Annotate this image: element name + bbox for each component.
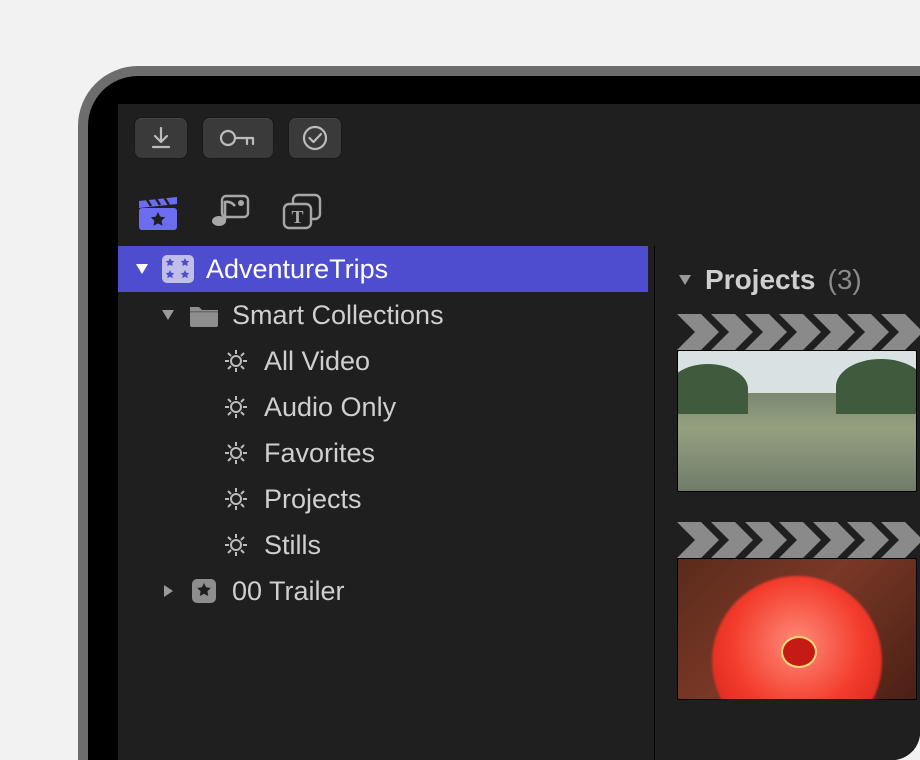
event-row-00-trailer[interactable]: 00 Trailer (118, 568, 648, 614)
viewport: T All Clips (0, 0, 920, 760)
gear-icon (216, 440, 256, 466)
clapperboard-star-icon (137, 192, 179, 232)
key-icon (217, 127, 259, 149)
projects-header[interactable]: Projects (3) (677, 264, 920, 296)
library-row-adventuretrips[interactable]: AdventureTrips (118, 246, 648, 292)
tree-item-label: AdventureTrips (206, 254, 388, 285)
tree-item-label: All Video (264, 346, 370, 377)
project-thumbnail (677, 350, 917, 492)
chevron-strip-icon (677, 522, 920, 558)
library-four-stars-icon (158, 254, 198, 284)
tree-item-label: Audio Only (264, 392, 396, 423)
disclosure-triangle-icon[interactable] (158, 308, 178, 322)
svg-text:T: T (291, 207, 303, 227)
titles-icon: T (281, 193, 323, 231)
tree-item-label: Favorites (264, 438, 375, 469)
smart-collection-row[interactable]: Projects (118, 476, 648, 522)
disclosure-triangle-icon[interactable] (132, 262, 152, 276)
smart-collection-row[interactable]: All Video (118, 338, 648, 384)
folder-row-smart-collections[interactable]: Smart Collections (118, 292, 648, 338)
project-thumbnail (677, 558, 917, 700)
gear-icon (216, 394, 256, 420)
projects-title: Projects (705, 264, 816, 296)
smart-collection-row[interactable]: Audio Only (118, 384, 648, 430)
gear-icon (216, 486, 256, 512)
titles-generators-tab[interactable]: T (274, 189, 330, 235)
folder-icon (184, 303, 224, 327)
libraries-tab[interactable] (130, 189, 186, 235)
event-star-icon (184, 577, 224, 605)
import-button[interactable] (134, 117, 188, 159)
tree-item-label: Smart Collections (232, 300, 444, 331)
smart-collection-row[interactable]: Stills (118, 522, 648, 568)
gear-icon (216, 348, 256, 374)
library-sidebar: AdventureTrips Smart Collections (118, 246, 648, 760)
app-window: T All Clips (118, 104, 920, 760)
photos-music-icon (209, 193, 251, 231)
project-item[interactable] (677, 314, 920, 492)
chevron-strip-icon (677, 314, 920, 350)
disclosure-triangle-icon (677, 273, 693, 287)
top-toolbar (118, 104, 920, 172)
tree-item-label: Projects (264, 484, 362, 515)
background-tasks-button[interactable] (288, 117, 342, 159)
download-arrow-icon (150, 126, 172, 150)
smart-collection-row[interactable]: Favorites (118, 430, 648, 476)
tree-item-label: 00 Trailer (232, 576, 345, 607)
disclosure-triangle-icon[interactable] (158, 583, 178, 599)
sidebar-mode-row: T All Clips (118, 182, 920, 242)
project-item[interactable] (677, 522, 920, 700)
gear-icon (216, 532, 256, 558)
keyword-button[interactable] (202, 117, 274, 159)
projects-count: (3) (828, 264, 862, 296)
projects-panel: Projects (3) (654, 246, 920, 760)
media-browser-tab[interactable] (202, 189, 258, 235)
tree-item-label: Stills (264, 530, 321, 561)
checkmark-circle-icon (301, 124, 329, 152)
